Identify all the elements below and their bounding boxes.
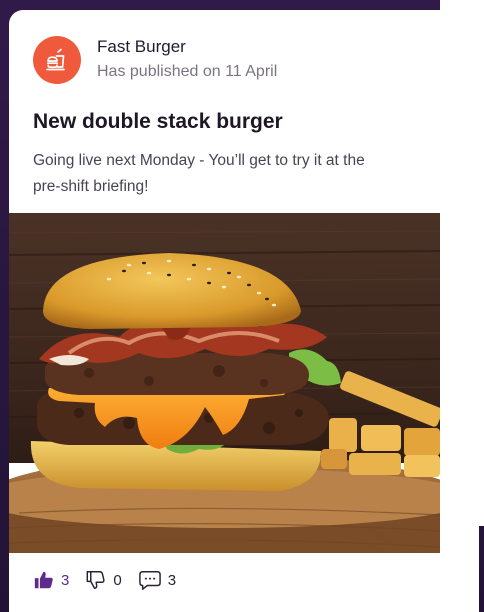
post-title: New double stack burger — [33, 110, 283, 133]
post-body-line: pre-shift briefing! — [33, 178, 149, 195]
post-actions: 3 0 3 — [33, 568, 192, 592]
dislike-button[interactable]: 0 — [85, 569, 122, 591]
feed-background: Fast Burger Has published on 11 April Ne… — [0, 0, 484, 612]
thumbs-up-icon — [34, 571, 53, 589]
burger-image — [9, 213, 440, 553]
publish-date: Has published on 11 April — [97, 63, 278, 80]
fast-food-icon — [46, 48, 65, 71]
author-name[interactable]: Fast Burger — [97, 36, 277, 58]
comment-button[interactable]: 3 — [138, 569, 176, 591]
post-header: Fast Burger Has published on 11 April — [33, 36, 277, 84]
post-body: Going live next Monday - You’ll get to t… — [33, 148, 479, 200]
comment-count: 3 — [167, 571, 177, 589]
post-meta: Fast Burger Has published on 11 April — [97, 36, 277, 84]
like-button[interactable]: 3 — [33, 569, 69, 591]
dislike-count: 0 — [113, 571, 122, 589]
post-card: Fast Burger Has published on 11 April Ne… — [9, 10, 479, 612]
author-avatar[interactable] — [33, 36, 81, 84]
like-count: 3 — [61, 571, 70, 589]
post-body-line: Going live next Monday - You’ll get to t… — [33, 152, 365, 169]
comment-icon — [138, 571, 161, 590]
burger-photo[interactable] — [9, 213, 440, 553]
thumbs-down-icon — [86, 571, 105, 589]
